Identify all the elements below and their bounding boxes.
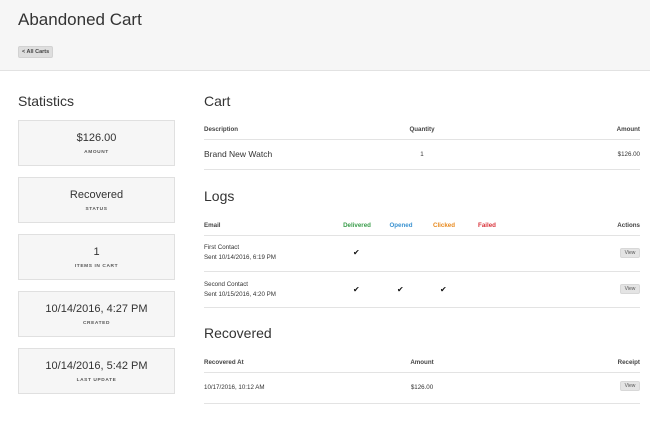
- stat-label: LAST UPDATE: [76, 378, 117, 383]
- delivered-check-icon: ✔: [353, 248, 360, 257]
- cart-header-description: Description: [204, 126, 239, 133]
- delivered-check-icon: ✔: [353, 285, 360, 294]
- logs-header-delivered: Delivered: [343, 222, 371, 229]
- divider: [204, 271, 640, 272]
- cart-row-amount: $126.00: [617, 151, 640, 158]
- stat-card-created: 10/14/2016, 4:27 PM CREATED: [18, 291, 175, 337]
- log-row-name: First Contact: [204, 244, 240, 251]
- divider: [204, 372, 640, 373]
- stat-value: $126.00: [76, 132, 117, 144]
- log-row-name: Second Contact: [204, 281, 249, 288]
- cart-title: Cart: [204, 93, 231, 109]
- recovered-header-receipt: Receipt: [617, 359, 640, 366]
- all-carts-button[interactable]: < All Carts: [18, 46, 54, 58]
- stat-label: AMOUNT: [84, 150, 109, 155]
- stat-value: Recovered: [69, 189, 124, 201]
- stat-label: CREATED: [82, 321, 111, 326]
- page-header: Abandoned Cart < All Carts: [0, 0, 650, 71]
- clicked-check-icon: ✔: [440, 285, 447, 294]
- recovered-row-date: 10/17/2016, 10:12 AM: [204, 384, 265, 391]
- divider: [204, 403, 640, 404]
- recovered-row-amount: $126.00: [410, 384, 434, 391]
- recovered-title: Recovered: [204, 325, 272, 341]
- stat-card-amount: $126.00 AMOUNT: [18, 120, 175, 166]
- stat-value: 1: [93, 246, 100, 258]
- log-row-sent: Sent 10/15/2016, 4:20 PM: [204, 291, 276, 298]
- recovered-header-recovered-at: Recovered At: [204, 359, 244, 366]
- stat-card-items-in-cart: 1 ITEMS IN CART: [18, 234, 175, 280]
- divider: [204, 139, 640, 140]
- logs-header-failed: Failed: [478, 222, 496, 229]
- logs-header-clicked: Clicked: [432, 222, 455, 229]
- logs-header-actions: Actions: [617, 222, 640, 229]
- log-view-button[interactable]: View: [620, 284, 640, 294]
- divider: [204, 235, 640, 236]
- cart-header-amount: Amount: [616, 126, 640, 133]
- log-row-sent: Sent 10/14/2016, 6:19 PM: [204, 254, 276, 261]
- opened-check-icon: ✔: [397, 285, 404, 294]
- log-view-button[interactable]: View: [620, 248, 640, 258]
- statistics-title: Statistics: [18, 93, 75, 109]
- cart-header-quantity: Quantity: [409, 126, 435, 133]
- page-title: Abandoned Cart: [18, 10, 142, 29]
- logs-header-email: Email: [204, 222, 221, 229]
- receipt-view-button[interactable]: View: [620, 381, 640, 391]
- logs-title: Logs: [204, 188, 235, 204]
- divider: [204, 307, 640, 308]
- stat-label: ITEMS IN CART: [74, 264, 119, 269]
- divider: [204, 169, 640, 170]
- stat-card-status: Recovered STATUS: [18, 177, 175, 223]
- stat-value: 10/14/2016, 5:42 PM: [45, 360, 148, 372]
- stat-label: STATUS: [85, 207, 108, 212]
- cart-row-description: Brand New Watch: [204, 149, 273, 159]
- stat-card-last-update: 10/14/2016, 5:42 PM LAST UPDATE: [18, 348, 175, 394]
- cart-row-quantity: 1: [420, 151, 424, 158]
- logs-header-opened: Opened: [389, 222, 413, 229]
- stat-value: 10/14/2016, 4:27 PM: [45, 303, 148, 315]
- recovered-header-amount: Amount: [410, 359, 434, 366]
